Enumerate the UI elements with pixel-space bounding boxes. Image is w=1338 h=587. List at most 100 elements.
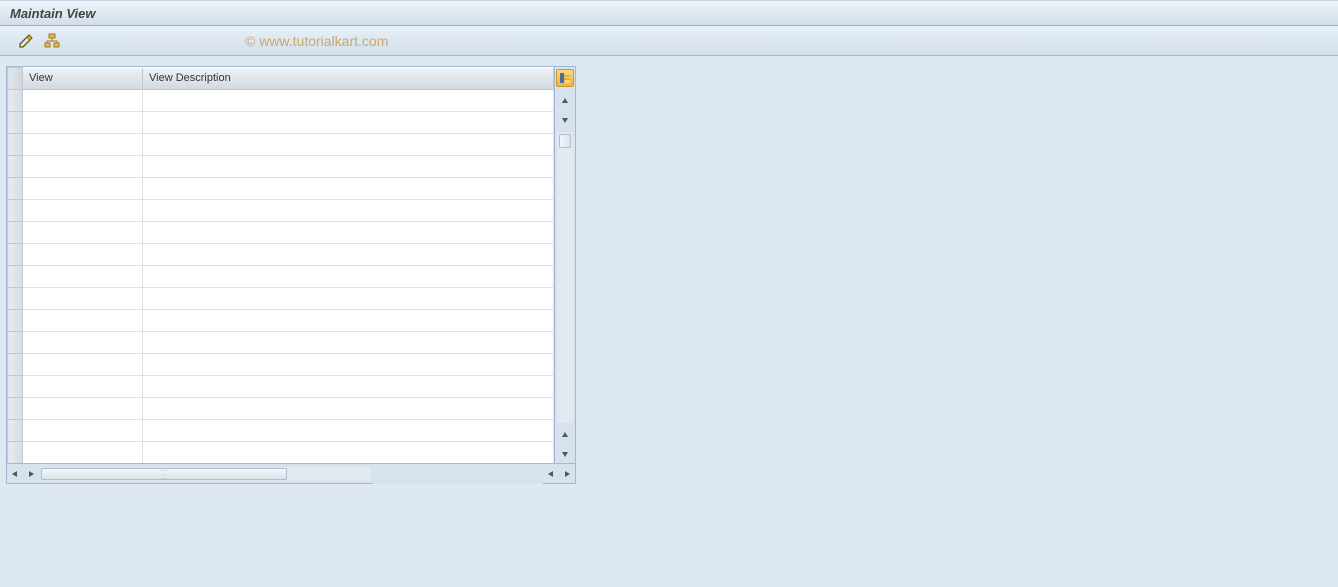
- row-selector[interactable]: [8, 310, 23, 332]
- horizontal-scrollbar-track[interactable]: [41, 467, 371, 481]
- cell-view[interactable]: [23, 376, 143, 398]
- edit-button[interactable]: [16, 31, 36, 51]
- table-row[interactable]: [8, 376, 554, 398]
- table-row[interactable]: [8, 354, 554, 376]
- table-row[interactable]: [8, 200, 554, 222]
- row-selector[interactable]: [8, 442, 23, 464]
- table-row[interactable]: [8, 134, 554, 156]
- page-title: Maintain View: [10, 6, 95, 21]
- table-row[interactable]: [8, 310, 554, 332]
- cell-view[interactable]: [23, 200, 143, 222]
- cell-description[interactable]: [143, 442, 554, 464]
- table-row[interactable]: [8, 90, 554, 112]
- cell-description[interactable]: [143, 332, 554, 354]
- cell-view[interactable]: [23, 354, 143, 376]
- cell-view[interactable]: [23, 134, 143, 156]
- table-row[interactable]: [8, 288, 554, 310]
- application-toolbar: © www.tutorialkart.com: [0, 26, 1338, 56]
- cell-view[interactable]: [23, 266, 143, 288]
- vertical-scrollbar-thumb[interactable]: [559, 134, 571, 148]
- hierarchy-button[interactable]: [42, 31, 62, 51]
- table-row[interactable]: [8, 112, 554, 134]
- pencil-icon: [18, 33, 34, 49]
- table-row[interactable]: [8, 266, 554, 288]
- scroll-left-second-button[interactable]: [543, 466, 559, 482]
- scroll-down-bottom-button[interactable]: [556, 445, 574, 463]
- triangle-up-icon: [561, 431, 569, 439]
- table-row[interactable]: [8, 178, 554, 200]
- cell-description[interactable]: [143, 200, 554, 222]
- cell-description[interactable]: [143, 354, 554, 376]
- row-selector[interactable]: [8, 332, 23, 354]
- row-selector[interactable]: [8, 112, 23, 134]
- cell-description[interactable]: [143, 112, 554, 134]
- horizontal-scroll-area: [7, 463, 575, 483]
- table-row[interactable]: [8, 156, 554, 178]
- table-row[interactable]: [8, 332, 554, 354]
- table-row[interactable]: [8, 420, 554, 442]
- triangle-right-icon: [563, 470, 571, 478]
- cell-view[interactable]: [23, 288, 143, 310]
- row-selector[interactable]: [8, 420, 23, 442]
- cell-view[interactable]: [23, 112, 143, 134]
- table-settings-button[interactable]: [556, 69, 574, 87]
- cell-view[interactable]: [23, 178, 143, 200]
- table-row[interactable]: [8, 222, 554, 244]
- row-selector[interactable]: [8, 398, 23, 420]
- column-header-description[interactable]: View Description: [143, 68, 554, 90]
- cell-description[interactable]: [143, 156, 554, 178]
- cell-description[interactable]: [143, 266, 554, 288]
- scroll-right-second-button[interactable]: [559, 466, 575, 482]
- cell-view[interactable]: [23, 398, 143, 420]
- structure-icon: [44, 33, 60, 49]
- scroll-left-first-button[interactable]: [7, 466, 23, 482]
- column-header-view[interactable]: View: [23, 68, 143, 90]
- cell-view[interactable]: [23, 332, 143, 354]
- vertical-scroll-area: [554, 67, 575, 463]
- cell-view[interactable]: [23, 420, 143, 442]
- row-selector[interactable]: [8, 134, 23, 156]
- cell-description[interactable]: [143, 310, 554, 332]
- row-selector[interactable]: [8, 266, 23, 288]
- triangle-right-icon: [27, 470, 35, 478]
- cell-description[interactable]: [143, 90, 554, 112]
- cell-view[interactable]: [23, 310, 143, 332]
- row-selector[interactable]: [8, 222, 23, 244]
- row-selector[interactable]: [8, 156, 23, 178]
- row-selector[interactable]: [8, 376, 23, 398]
- table-row[interactable]: [8, 244, 554, 266]
- scroll-down-button[interactable]: [556, 111, 574, 129]
- table-row[interactable]: [8, 442, 554, 464]
- row-selector[interactable]: [8, 288, 23, 310]
- cell-description[interactable]: [143, 376, 554, 398]
- cell-view[interactable]: [23, 222, 143, 244]
- scroll-right-first-button[interactable]: [23, 466, 39, 482]
- cell-description[interactable]: [143, 178, 554, 200]
- row-selector[interactable]: [8, 200, 23, 222]
- scroll-up-bottom-button[interactable]: [556, 426, 574, 444]
- watermark-text: © www.tutorialkart.com: [245, 33, 388, 49]
- table-control: View View Description: [6, 66, 576, 484]
- cell-description[interactable]: [143, 222, 554, 244]
- row-selector[interactable]: [8, 244, 23, 266]
- cell-description[interactable]: [143, 398, 554, 420]
- cell-view[interactable]: [23, 442, 143, 464]
- row-selector[interactable]: [8, 354, 23, 376]
- scroll-up-button[interactable]: [556, 92, 574, 110]
- cell-view[interactable]: [23, 244, 143, 266]
- row-selector[interactable]: [8, 178, 23, 200]
- triangle-down-icon: [561, 116, 569, 124]
- cell-description[interactable]: [143, 134, 554, 156]
- select-all-corner[interactable]: [8, 68, 23, 90]
- vertical-scrollbar-track[interactable]: [557, 132, 573, 423]
- table-row[interactable]: [8, 398, 554, 420]
- scrollbar-spacer: [373, 464, 543, 484]
- cell-description[interactable]: [143, 288, 554, 310]
- cell-view[interactable]: [23, 90, 143, 112]
- cell-description[interactable]: [143, 420, 554, 442]
- cell-description[interactable]: [143, 244, 554, 266]
- view-table[interactable]: View View Description: [7, 67, 554, 463]
- cell-view[interactable]: [23, 156, 143, 178]
- row-selector[interactable]: [8, 90, 23, 112]
- horizontal-scrollbar-thumb[interactable]: [41, 468, 287, 480]
